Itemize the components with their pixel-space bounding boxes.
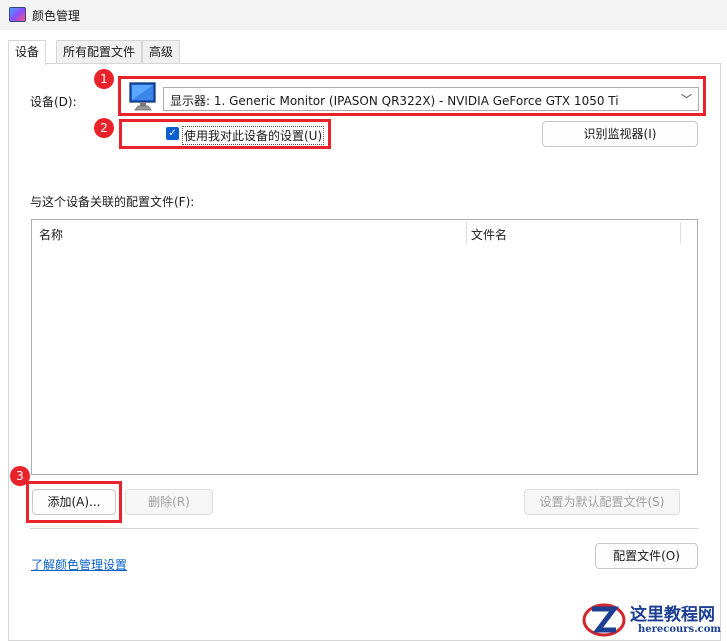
annotation-badge-3: 3 xyxy=(10,466,30,486)
tab-strip: 设备 所有配置文件 高级 xyxy=(0,40,727,65)
add-profile-button[interactable]: 添加(A)... xyxy=(32,489,116,515)
identify-monitor-button[interactable]: 识别监视器(I) xyxy=(542,121,698,147)
watermark-url: herecours.com xyxy=(638,624,722,635)
profiles-button[interactable]: 配置文件(O) xyxy=(595,543,698,569)
column-header-filename[interactable]: 文件名 xyxy=(471,226,507,243)
device-label: 设备(D): xyxy=(30,95,77,109)
color-management-app-icon xyxy=(9,7,26,22)
watermark-title: 这里教程网 xyxy=(630,605,715,625)
set-default-profile-button[interactable]: 设置为默认配置文件(S) xyxy=(524,489,680,515)
chevron-down-icon[interactable]: ﹀ xyxy=(681,91,692,107)
tab-advanced[interactable]: 高级 xyxy=(142,40,181,63)
profiles-list[interactable]: 名称 文件名 xyxy=(31,219,698,475)
tab-all-profiles[interactable]: 所有配置文件 xyxy=(56,40,143,63)
divider xyxy=(30,528,699,529)
title-bar: 颜色管理 xyxy=(0,0,727,30)
monitor-icon xyxy=(129,82,156,111)
watermark-logo-icon xyxy=(582,603,626,637)
window-title: 颜色管理 xyxy=(32,9,81,23)
use-my-settings-checkbox[interactable]: ✓ xyxy=(166,127,179,140)
learn-color-management-link[interactable]: 了解颜色管理设置 xyxy=(31,556,127,573)
column-divider[interactable] xyxy=(680,222,681,244)
use-my-settings-label[interactable]: 使用我对此设备的设置(U) xyxy=(182,126,325,145)
device-select-value: 显示器: 1. Generic Monitor (IPASON QR322X) … xyxy=(170,94,619,108)
tab-devices[interactable]: 设备 xyxy=(8,40,47,65)
remove-profile-button[interactable]: 删除(R) xyxy=(125,489,213,515)
watermark: 这里教程网 herecours.com xyxy=(580,598,726,640)
associated-profiles-label: 与这个设备关联的配置文件(F): xyxy=(30,195,195,209)
column-divider[interactable] xyxy=(466,222,467,244)
annotation-badge-2: 2 xyxy=(94,118,114,138)
column-header-name[interactable]: 名称 xyxy=(39,226,63,243)
annotation-badge-1: 1 xyxy=(94,69,114,89)
device-select[interactable]: 显示器: 1. Generic Monitor (IPASON QR322X) … xyxy=(163,87,699,111)
